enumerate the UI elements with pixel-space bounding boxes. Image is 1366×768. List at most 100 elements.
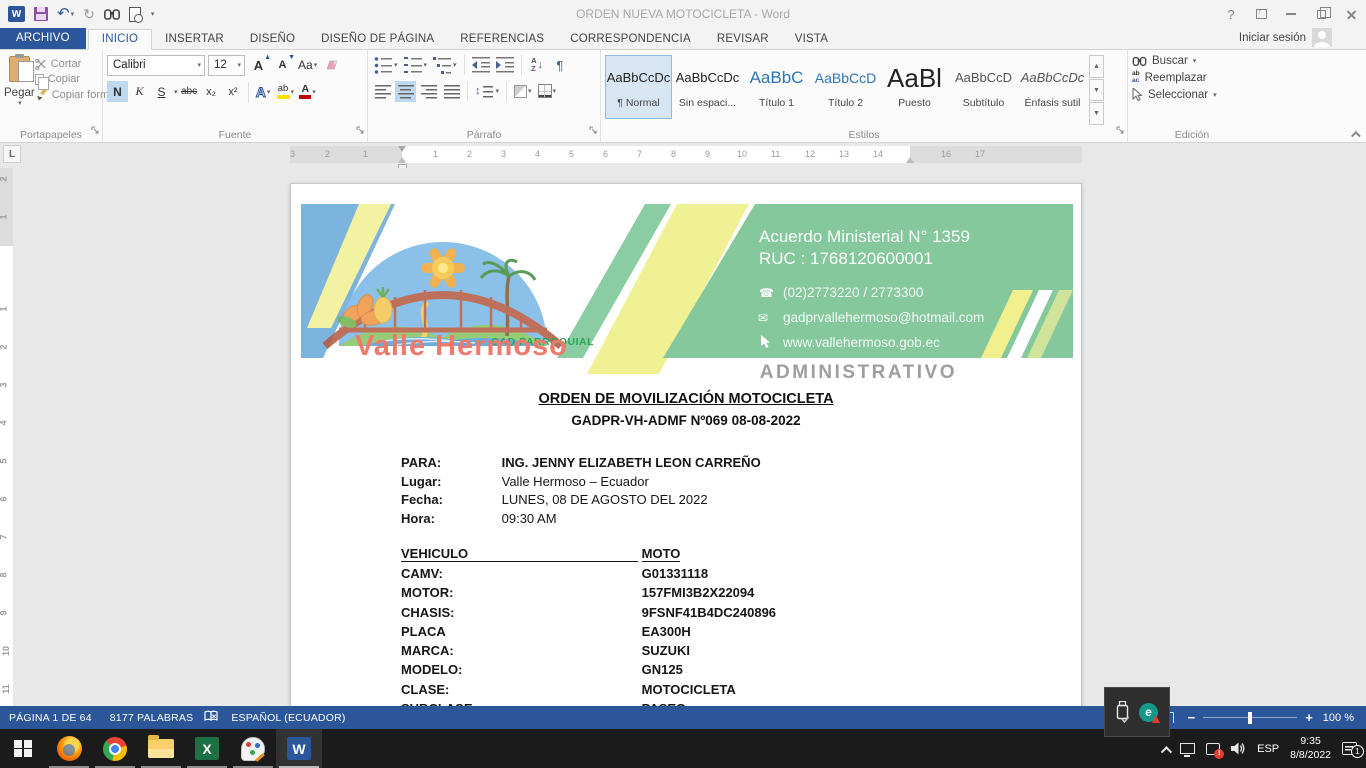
grow-font-button[interactable]: A▲ (248, 55, 269, 76)
strikethrough-button[interactable]: abc (179, 81, 200, 102)
minimize-button[interactable] (1276, 0, 1306, 28)
underline-dropdown-arrow[interactable]: ▾ (174, 88, 178, 96)
vertical-ruler[interactable]: 2 1 1 2 3 4 5 6 7 8 9 10 11 (0, 168, 13, 706)
superscript-button[interactable]: x² (223, 81, 244, 102)
first-line-indent-marker[interactable] (398, 146, 406, 152)
styles-scroll-up-button[interactable]: ▲ (1089, 55, 1104, 78)
network-icon[interactable] (1180, 743, 1195, 754)
style-puesto[interactable]: AaBlPuesto (881, 55, 948, 119)
taskbar-chrome[interactable] (92, 729, 138, 768)
tab-stop-selector[interactable]: L (3, 145, 21, 163)
tab-diseno-de-pagina[interactable]: DISEÑO DE PÁGINA (308, 30, 447, 49)
clock[interactable]: 9:35 8/8/2022 (1290, 735, 1331, 762)
tab-vista[interactable]: VISTA (782, 30, 841, 49)
close-button[interactable] (1336, 0, 1366, 28)
start-button[interactable] (0, 729, 46, 768)
page-indicator[interactable]: PÁGINA 1 DE 64 (0, 712, 101, 724)
show-hide-marks-button[interactable]: ¶ (550, 55, 571, 76)
tab-correspondencia[interactable]: CORRESPONDENCIA (557, 30, 704, 49)
zoom-out-button[interactable]: − (1188, 710, 1196, 725)
align-left-button[interactable] (372, 81, 393, 102)
line-spacing-button[interactable]: ↕▾ (473, 81, 501, 102)
zoom-slider-thumb[interactable] (1248, 712, 1252, 724)
tab-revisar[interactable]: REVISAR (704, 30, 782, 49)
find-icon[interactable] (104, 5, 120, 23)
paste-dropdown-arrow[interactable]: ▾ (18, 99, 22, 107)
numbering-button[interactable]: ▾ (402, 55, 430, 76)
shading-button[interactable]: ▾ (512, 81, 534, 102)
style-enfasis-sutil[interactable]: AaBbCcDcÉnfasis sutil (1019, 55, 1086, 119)
bullets-button[interactable]: ▾ (372, 55, 400, 76)
show-hidden-icons-button[interactable] (1161, 746, 1172, 757)
e-app-alert-icon[interactable]: e (1139, 703, 1158, 722)
tab-diseno[interactable]: DISEÑO (237, 30, 308, 49)
taskbar-firefox[interactable] (46, 729, 92, 768)
increase-indent-button[interactable] (494, 55, 516, 76)
shrink-font-button[interactable]: A▼ (272, 55, 293, 76)
language-indicator[interactable]: ESPAÑOL (ECUADOR) (222, 712, 354, 724)
keyboard-language[interactable]: ESP (1257, 743, 1279, 755)
collapse-ribbon-button[interactable] (1351, 131, 1361, 141)
tab-archivo[interactable]: ARCHIVO (0, 28, 86, 49)
zoom-in-button[interactable]: + (1305, 710, 1313, 725)
ribbon-display-options-button[interactable] (1246, 0, 1276, 28)
tab-referencias[interactable]: REFERENCIAS (447, 30, 557, 49)
paragraph-dialog-launcher-icon[interactable] (589, 121, 597, 139)
align-center-button[interactable] (395, 81, 416, 102)
find-button[interactable]: Buscar▾ (1132, 55, 1252, 67)
undo-button[interactable]: ↶▾ (57, 5, 74, 23)
right-indent-marker[interactable] (906, 157, 914, 163)
sort-button[interactable]: AZ↓ (527, 55, 548, 76)
change-case-button[interactable]: Aa▾ (296, 55, 319, 76)
font-color-button[interactable]: A▾ (297, 81, 318, 102)
font-size-combobox[interactable]: 12▾ (208, 55, 245, 76)
action-center-icon[interactable]: 1 (1342, 742, 1357, 755)
taskbar-excel[interactable]: X (184, 729, 230, 768)
underline-button[interactable]: S (151, 81, 172, 102)
customize-qat-button[interactable]: ▾ (151, 5, 155, 23)
justify-button[interactable] (441, 81, 462, 102)
style-titulo-2[interactable]: AaBbCcDTítulo 2 (812, 55, 879, 119)
taskbar-word[interactable]: W (276, 729, 322, 768)
taskbar-file-explorer[interactable] (138, 729, 184, 768)
bold-button[interactable]: N (107, 81, 128, 102)
zoom-level[interactable]: 100 % (1323, 712, 1354, 724)
taskbar-paint[interactable] (230, 729, 276, 768)
help-button[interactable]: ? (1216, 0, 1246, 28)
word-count[interactable]: 8177 PALABRAS (101, 712, 203, 724)
style-sin-espaciado[interactable]: AaBbCcDcSin espaci... (674, 55, 741, 119)
speaker-icon[interactable] (1231, 742, 1246, 755)
proofing-errors-icon[interactable] (204, 710, 220, 726)
security-alert-icon[interactable] (1206, 743, 1220, 755)
font-family-combobox[interactable]: Calibri▾ (107, 55, 205, 76)
text-effects-button[interactable]: A▾ (253, 81, 274, 102)
hanging-indent-marker[interactable] (398, 157, 406, 163)
sign-in-button[interactable]: Iniciar sesión (1239, 28, 1332, 47)
multilevel-list-button[interactable]: ▾ (431, 55, 459, 76)
replace-button[interactable]: abac Reemplazar (1132, 71, 1252, 84)
italic-button[interactable]: K (129, 81, 150, 102)
decrease-indent-button[interactable] (470, 55, 492, 76)
align-right-button[interactable] (418, 81, 439, 102)
styles-dialog-launcher-icon[interactable] (1116, 121, 1124, 139)
print-preview-button[interactable] (129, 5, 141, 23)
redo-button[interactable]: ↻ (83, 5, 95, 23)
style-subtitulo[interactable]: AaBbCcDSubtítulo (950, 55, 1017, 119)
styles-more-button[interactable]: ▼ (1089, 102, 1104, 125)
restore-button[interactable] (1306, 0, 1336, 28)
style-normal[interactable]: AaBbCcDc¶ Normal (605, 55, 672, 119)
tab-insertar[interactable]: INSERTAR (152, 30, 237, 49)
tab-inicio[interactable]: INICIO (88, 29, 152, 50)
font-dialog-launcher-icon[interactable] (356, 121, 364, 139)
usb-device-icon[interactable] (1116, 701, 1129, 723)
document-page[interactable]: Acuerdo Ministerial N° 1359 RUC : 176812… (290, 183, 1082, 706)
select-button[interactable]: Seleccionar▾ (1132, 88, 1252, 101)
styles-scroll-down-button[interactable]: ▼ (1089, 79, 1104, 102)
borders-button[interactable]: ▾ (536, 81, 559, 102)
horizontal-ruler[interactable]: 3 2 1 1 2 3 4 5 6 7 8 9 10 11 12 13 14 1… (290, 146, 1082, 163)
clipboard-dialog-launcher-icon[interactable] (91, 121, 99, 139)
highlight-color-button[interactable]: ab▾ (275, 81, 297, 102)
style-titulo-1[interactable]: AaBbCTítulo 1 (743, 55, 810, 119)
zoom-slider[interactable] (1203, 717, 1297, 719)
paste-button[interactable]: Pegar ▾ (4, 53, 35, 125)
